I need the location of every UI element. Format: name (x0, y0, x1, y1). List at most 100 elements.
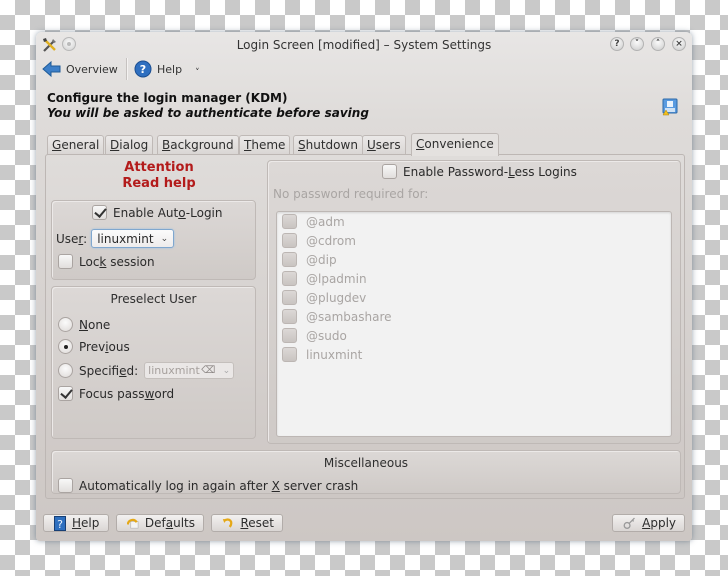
auto-login-group: Enable Auto-Login User: linuxmint ⌄ Lock… (51, 200, 256, 280)
list-item[interactable]: linuxmint (282, 347, 362, 362)
defaults-button[interactable]: Defaults (116, 514, 204, 532)
specified-label: Specified: (79, 363, 139, 378)
title-bar[interactable]: Login Screen [modified] – System Setting… (36, 32, 692, 56)
previous-label: Previous (79, 339, 130, 354)
preselect-previous-radio[interactable]: Previous (58, 339, 130, 354)
tab-mnemonic: D (110, 138, 120, 152)
no-password-user-list[interactable]: @adm @cdrom @dip @lpadmin @plugdev @samb… (276, 211, 672, 437)
auto-relogin-checkbox[interactable]: Automatically log in again after X serve… (58, 478, 358, 493)
reset-undo-icon (222, 518, 233, 528)
tab-convenience[interactable]: Convenience (411, 133, 499, 156)
radio-button[interactable] (58, 339, 73, 354)
toolbar-separator (126, 58, 127, 80)
authentication-required-icon (662, 98, 678, 116)
preselect-user-title: Preselect User (110, 292, 197, 306)
help-window-button[interactable]: ? (610, 37, 624, 51)
tab-label: ialog (119, 138, 149, 152)
list-item-label: linuxmint (306, 347, 363, 362)
maximize-icon: ˄ (655, 39, 661, 49)
list-item[interactable]: @plugdev (282, 290, 366, 305)
back-arrow-icon (42, 60, 61, 78)
tab-label: eneral (61, 138, 100, 152)
list-item-label: @sudo (306, 328, 347, 343)
list-item[interactable]: @cdrom (282, 233, 356, 248)
help-button-label: Help (72, 516, 100, 530)
selected-user: linuxmint (97, 231, 154, 246)
chevron-down-icon: ⌄ (160, 233, 169, 244)
auto-login-user-select[interactable]: linuxmint ⌄ (91, 229, 175, 248)
enable-passwordless-label: Enable Password-Less Logins (403, 164, 577, 179)
module-header: Configure the login manager (KDM) You wi… (47, 91, 369, 121)
checkbox-box[interactable] (58, 478, 73, 493)
none-label: None (79, 317, 111, 332)
help-menu-button[interactable]: ? Help ˅ (134, 58, 200, 80)
tab-dialog[interactable]: Dialog (105, 135, 154, 155)
list-item[interactable]: @adm (282, 214, 345, 229)
tab-label: sers (375, 138, 401, 152)
checkbox-box[interactable] (58, 386, 73, 401)
overview-label: Overview (66, 62, 118, 76)
tab-label: heme (251, 138, 286, 152)
specified-user-combo[interactable]: linuxmint ⌫ ⌄ (144, 362, 235, 379)
checkbox-box[interactable] (58, 254, 73, 269)
auto-relogin-label: Automatically log in again after X serve… (79, 478, 359, 493)
list-item[interactable]: @dip (282, 252, 337, 267)
user-label: User: (56, 231, 88, 246)
clear-text-icon[interactable]: ⌫ (201, 365, 215, 376)
tab-users[interactable]: Users (362, 135, 406, 155)
close-button[interactable]: × (672, 37, 686, 51)
list-item[interactable]: @sudo (282, 328, 347, 343)
enable-auto-login-checkbox[interactable]: Enable Auto-Login (92, 205, 223, 220)
tab-theme[interactable]: Theme (239, 135, 291, 155)
tab-mnemonic: B (162, 138, 171, 152)
list-item[interactable]: @sambashare (282, 309, 392, 324)
checkbox-box[interactable] (282, 290, 297, 305)
preselect-none-radio[interactable]: None (58, 317, 110, 332)
list-item-label: @sambashare (306, 309, 392, 324)
minimize-button[interactable]: ˅ (630, 37, 644, 51)
tab-background[interactable]: Background (157, 135, 239, 155)
tab-shutdown[interactable]: Shutdown (293, 135, 363, 155)
help-button[interactable]: ? Help (43, 514, 109, 532)
radio-button[interactable] (58, 363, 73, 378)
radio-button[interactable] (58, 317, 73, 332)
maximize-button[interactable]: ˄ (651, 37, 665, 51)
checkbox-box[interactable] (92, 205, 107, 220)
lock-session-checkbox[interactable]: Lock session (58, 254, 155, 269)
focus-password-checkbox[interactable]: Focus password (58, 386, 174, 401)
chevron-down-icon: ⌄ (222, 365, 231, 376)
overview-button[interactable]: Overview (42, 58, 118, 80)
reset-button[interactable]: Reset (211, 514, 283, 532)
tab-label: onvenience (424, 137, 494, 151)
reset-button-label: Reset (240, 516, 274, 530)
checkbox-box[interactable] (282, 233, 297, 248)
module-title: Configure the login manager (KDM) (47, 91, 288, 105)
checkbox-box[interactable] (282, 347, 297, 362)
attention-notice: Attention Read help (46, 160, 272, 192)
checkbox-box[interactable] (282, 252, 297, 267)
preselect-specified-radio[interactable]: Specified: linuxmint ⌫ ⌄ (58, 362, 235, 379)
checkbox-box[interactable] (282, 214, 297, 229)
window-title: Login Screen [modified] – System Setting… (236, 38, 492, 52)
preselect-user-group: Preselect User None Previous Specified: … (51, 286, 256, 439)
lock-session-label: Lock session (79, 254, 155, 269)
minimize-icon: ˅ (634, 39, 640, 49)
checkbox-box[interactable] (382, 164, 397, 179)
no-password-label: No password required for: (273, 187, 429, 201)
tab-general[interactable]: General (47, 135, 105, 155)
checkbox-box[interactable] (282, 309, 297, 324)
system-settings-window: Login Screen [modified] – System Setting… (36, 32, 692, 541)
help-label: Help (157, 62, 183, 76)
checkbox-box[interactable] (282, 271, 297, 286)
list-item-label: @cdrom (306, 233, 356, 248)
checkbox-box[interactable] (282, 328, 297, 343)
chevron-down-icon: ˅ (195, 68, 200, 78)
enable-passwordless-checkbox[interactable]: Enable Password-Less Logins (382, 164, 577, 179)
help-book-icon: ? (54, 515, 66, 531)
tab-mnemonic: S (298, 138, 306, 152)
miscellaneous-group: Miscellaneous Automatically log in again… (51, 450, 681, 494)
user-row: User: linuxmint ⌄ (56, 229, 175, 248)
apply-button[interactable]: Apply (612, 514, 685, 532)
module-subtitle: You will be asked to authenticate before… (47, 106, 369, 120)
list-item[interactable]: @lpadmin (282, 271, 367, 286)
